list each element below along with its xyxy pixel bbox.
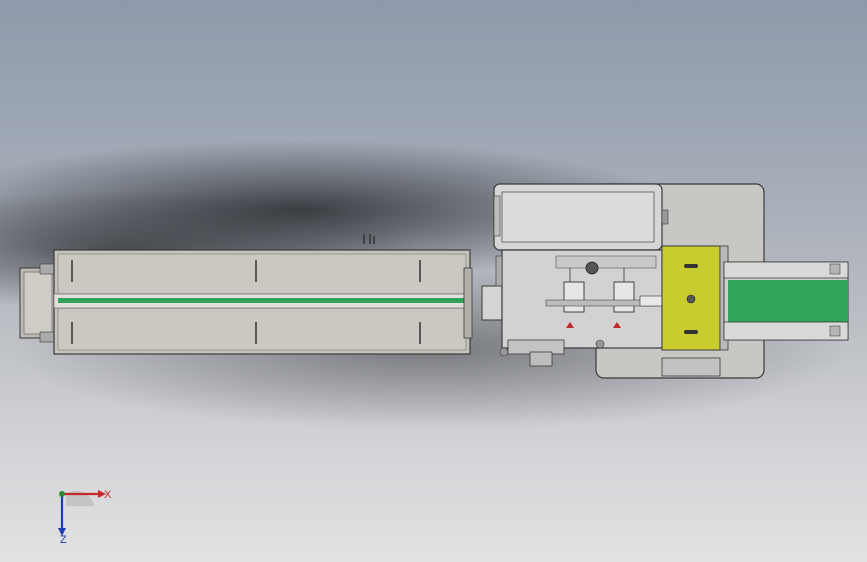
- left-end-bracket: [19, 263, 57, 343]
- infeed-belt: [58, 298, 466, 303]
- orientation-triad: X Z: [58, 489, 112, 544]
- infeed-conveyor[interactable]: [53, 234, 473, 355]
- 3d-cad-viewport[interactable]: X Z: [0, 0, 867, 562]
- z-axis-label: Z: [60, 534, 67, 544]
- x-axis-label: X: [104, 489, 112, 501]
- y-axis-dot: [59, 491, 65, 497]
- machine-model-top-view[interactable]: [0, 0, 867, 562]
- outfeed-belt: [728, 280, 848, 322]
- outfeed-conveyor[interactable]: [723, 261, 849, 341]
